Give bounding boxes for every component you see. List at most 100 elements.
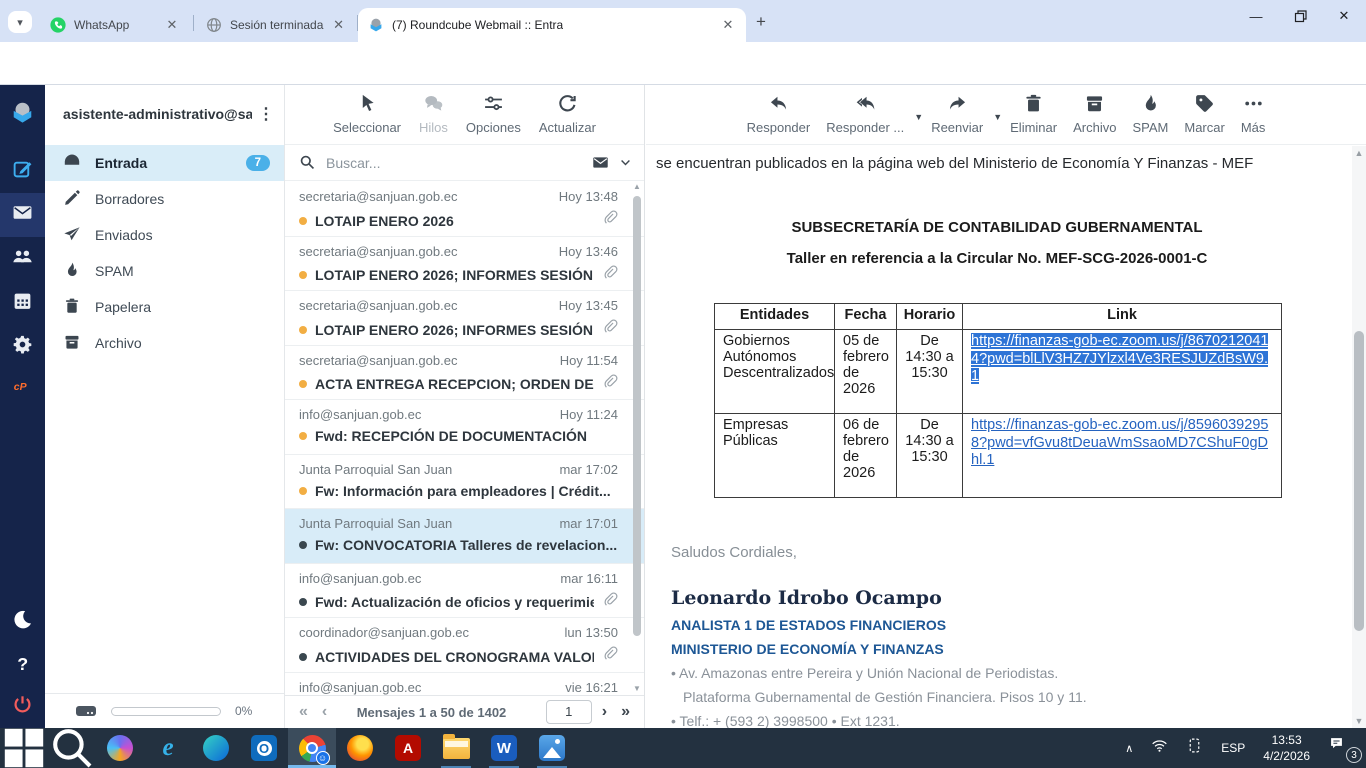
restore-button[interactable]	[1278, 0, 1322, 32]
mail-action-spam[interactable]: SPAM	[1132, 93, 1168, 135]
action-center-icon[interactable]: 3	[1328, 735, 1358, 761]
close-tab-icon[interactable]: ✕	[333, 17, 344, 33]
browser-tab[interactable]: Sesión terminada | Informes Me✕	[196, 8, 354, 42]
search-input[interactable]: Buscar...	[326, 155, 582, 171]
taskbar-chrome-icon[interactable]: ☺	[288, 728, 336, 768]
first-page-icon[interactable]: «	[299, 703, 308, 721]
new-tab-button[interactable]: +	[756, 12, 766, 32]
scroll-up-icon[interactable]: ▲	[1352, 148, 1366, 158]
taskbar-file-explorer-icon[interactable]	[432, 728, 480, 768]
taskbar-start-icon[interactable]	[0, 728, 48, 768]
mail-action-reenviar[interactable]: Reenviar	[931, 93, 983, 135]
folder-item-borradores[interactable]: Borradores	[45, 181, 284, 217]
tab-list-button[interactable]: ▾	[8, 11, 32, 33]
scroll-up-icon[interactable]: ▲	[631, 182, 643, 191]
reading-pane: Responder Responder ... ▼ Reenviar ▼ Eliminar…	[646, 85, 1366, 728]
message-row[interactable]: info@sanjuan.gob.ecHoy 11:24Fwd: RECEPCI…	[285, 400, 644, 455]
clock[interactable]: 13:53 4/2/2026	[1263, 732, 1310, 764]
taskbar-edge-icon[interactable]	[192, 728, 240, 768]
pencil-icon	[63, 189, 81, 210]
mail-action-más[interactable]: Más	[1241, 93, 1266, 135]
list-toolbar-hilos: Hilos	[419, 93, 448, 135]
mail-action-archivo[interactable]: Archivo	[1073, 93, 1116, 135]
trash-icon	[1023, 93, 1044, 117]
browser-tab[interactable]: (7) Roundcube Webmail :: Entra✕	[358, 8, 746, 42]
search-scope-icon[interactable]	[592, 154, 609, 171]
message-row[interactable]: secretaria@sanjuan.gob.ecHoy 11:54ACTA E…	[285, 346, 644, 401]
message-row[interactable]: secretaria@sanjuan.gob.ecHoy 13:45LOTAIP…	[285, 291, 644, 346]
taskbar-internet-explorer-icon[interactable]: e	[144, 728, 192, 768]
taskbar-photos-icon[interactable]	[528, 728, 576, 768]
language-indicator[interactable]: ESP	[1221, 741, 1245, 755]
search-bar[interactable]: Buscar...	[285, 145, 644, 181]
mail-action-eliminar[interactable]: Eliminar	[1010, 93, 1057, 135]
wifi-icon[interactable]	[1151, 737, 1168, 759]
rail-item-logout[interactable]	[0, 685, 45, 729]
folder-item-enviados[interactable]: Enviados	[45, 217, 284, 253]
rail-item-cpanel[interactable]: cP	[0, 367, 45, 411]
close-window-button[interactable]: ✕	[1322, 0, 1366, 32]
inbox-icon	[63, 153, 81, 174]
mail-action-marcar[interactable]: Marcar	[1184, 93, 1224, 135]
last-page-icon[interactable]: »	[621, 703, 630, 721]
chevron-down-icon: ▾	[17, 16, 23, 29]
message-row[interactable]: info@sanjuan.gob.ecvie 16:21	[285, 673, 644, 696]
scroll-down-icon[interactable]: ▼	[1352, 716, 1366, 726]
taskbar-acrobat-icon[interactable]: A	[384, 728, 432, 768]
message-sender: info@sanjuan.gob.ec	[299, 407, 421, 422]
message-row[interactable]: coordinador@sanjuan.gob.eclun 13:50ACTIV…	[285, 618, 644, 673]
next-page-icon[interactable]: ›	[602, 703, 607, 721]
browser-tab[interactable]: WhatsApp✕	[40, 8, 190, 42]
folder-item-entrada[interactable]: Entrada7	[45, 145, 284, 181]
message-time: Hoy 11:54	[560, 353, 618, 368]
close-tab-icon[interactable]: ✕	[720, 17, 736, 33]
list-scrollbar[interactable]: ▲ ▼	[631, 182, 643, 695]
taskbar-search-icon[interactable]	[48, 728, 96, 768]
mail-action-responder[interactable]: Responder ...	[826, 93, 904, 135]
attachment-icon	[602, 265, 618, 286]
list-toolbar-actualizar[interactable]: Actualizar	[539, 93, 596, 135]
rail-item-settings[interactable]	[0, 325, 45, 369]
close-tab-icon[interactable]: ✕	[164, 17, 180, 33]
folder-item-papelera[interactable]: Papelera	[45, 289, 284, 325]
rail-item-mail[interactable]	[0, 193, 45, 237]
rail-item-roundcube-logo	[0, 93, 45, 137]
message-row[interactable]: secretaria@sanjuan.gob.ecHoy 13:46LOTAIP…	[285, 237, 644, 292]
reader-scrollbar[interactable]: ▲ ▼	[1352, 146, 1366, 728]
folder-item-spam[interactable]: SPAM	[45, 253, 284, 289]
message-row[interactable]: Junta Parroquial San Juanmar 17:01Fw: CO…	[285, 509, 644, 564]
browser-tabstrip: ▾ WhatsApp✕Sesión terminada | Informes M…	[0, 0, 1366, 42]
dropdown-caret-icon[interactable]: ▼	[914, 112, 923, 122]
message-row[interactable]: secretaria@sanjuan.gob.ecHoy 13:48LOTAIP…	[285, 182, 644, 237]
dropdown-caret-icon[interactable]: ▼	[993, 112, 1002, 122]
taskbar-copilot-icon[interactable]	[96, 728, 144, 768]
folder-item-archivo[interactable]: Archivo	[45, 325, 284, 361]
message-status-dot	[299, 598, 307, 606]
signature-address-2: Plataforma Gubernamental de Gestión Fina…	[683, 689, 1348, 705]
tray-expand-icon[interactable]: ∧	[1125, 742, 1133, 755]
rail-item-help[interactable]: ?	[0, 644, 45, 688]
message-row[interactable]: Junta Parroquial San Juanmar 17:02Fw: In…	[285, 455, 644, 510]
zoom-link[interactable]: https://finanzas-gob-ec.zoom.us/j/859603…	[971, 417, 1268, 468]
list-toolbar-opciones[interactable]: Opciones	[466, 93, 521, 135]
rail-item-contacts[interactable]	[0, 237, 45, 281]
minimize-button[interactable]: —	[1234, 0, 1278, 32]
taskbar-firefox-icon[interactable]	[336, 728, 384, 768]
quota-bar	[111, 707, 221, 716]
search-options-icon[interactable]	[619, 154, 632, 171]
scroll-down-icon[interactable]: ▼	[631, 684, 643, 693]
message-status-dot	[299, 217, 307, 225]
zoom-link[interactable]: https://finanzas-gob-ec.zoom.us/j/867021…	[971, 333, 1268, 384]
page-number-input[interactable]: 1	[546, 700, 592, 724]
message-row[interactable]: info@sanjuan.gob.ecmar 16:11Fwd: Actuali…	[285, 564, 644, 619]
rail-item-calendar[interactable]	[0, 281, 45, 325]
account-menu-icon[interactable]: ⋮	[252, 104, 274, 124]
rail-item-dark-mode[interactable]	[0, 600, 45, 644]
taskbar-outlook-icon[interactable]: O	[240, 728, 288, 768]
your-phone-icon[interactable]	[1186, 737, 1203, 759]
list-toolbar-seleccionar[interactable]: Seleccionar	[333, 93, 401, 135]
taskbar-word-icon[interactable]: W	[480, 728, 528, 768]
rail-item-compose[interactable]	[0, 149, 45, 193]
folder-label: Enviados	[95, 227, 153, 243]
mail-action-responder[interactable]: Responder	[747, 93, 811, 135]
